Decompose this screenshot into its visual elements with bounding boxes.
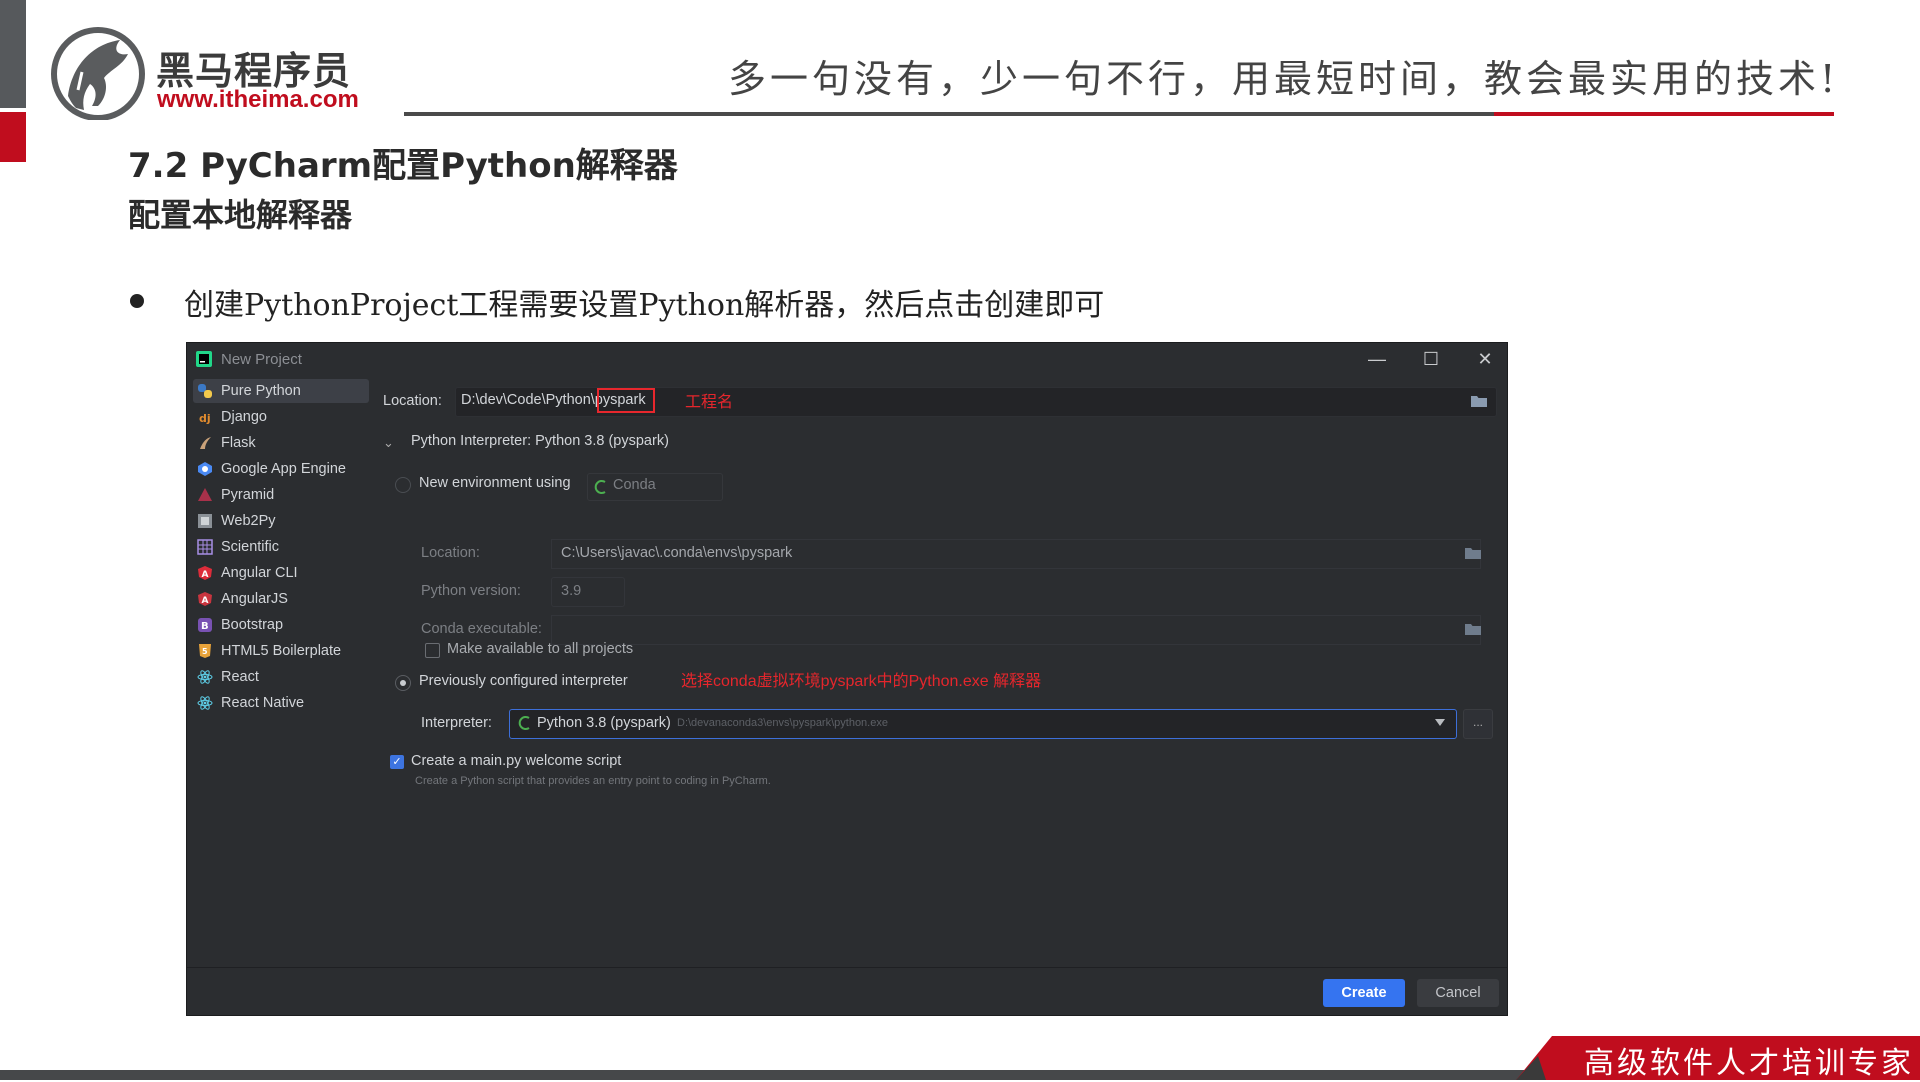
svg-text:B: B	[201, 621, 209, 632]
sidebar-item-label: Django	[221, 409, 267, 425]
browse-interpreter-button[interactable]: ...	[1463, 709, 1493, 739]
sidebar-item-google-app-engine[interactable]: Google App Engine	[193, 457, 369, 481]
create-main-description: Create a Python script that provides an …	[415, 775, 771, 787]
header-divider	[404, 112, 1494, 116]
pycharm-icon	[196, 351, 212, 367]
sidebar-item-label: HTML5 Boilerplate	[221, 643, 342, 659]
left-accent-bar-red	[0, 112, 26, 162]
sidebar-item-label: Web2Py	[221, 513, 276, 529]
angularjs-icon: A	[198, 592, 212, 606]
create-main-checkbox[interactable]: ✓	[390, 755, 404, 769]
web2py-icon	[198, 514, 212, 528]
new-environment-radio[interactable]	[395, 477, 411, 493]
python-icon	[198, 384, 212, 398]
sidebar-item-html5-boilerplate[interactable]: 5 HTML5 Boilerplate	[193, 639, 369, 663]
create-button[interactable]: Create	[1323, 979, 1405, 1007]
google-app-engine-icon	[198, 462, 212, 476]
sidebar-item-pure-python[interactable]: Pure Python	[193, 379, 369, 403]
slide-subtitle: 配置本地解释器	[128, 196, 353, 234]
svg-text:dj: dj	[199, 412, 211, 425]
itheima-horse-logo-icon	[51, 27, 145, 120]
sidebar-item-label: Angular CLI	[221, 565, 298, 581]
bootstrap-icon: B	[198, 618, 212, 632]
react-icon	[197, 670, 213, 684]
react-native-icon	[197, 696, 213, 710]
previously-configured-label: Previously configured interpreter	[419, 673, 628, 689]
python-version-label: Python version:	[421, 583, 521, 599]
minimize-button[interactable]: —	[1359, 347, 1395, 371]
sidebar-item-label: Google App Engine	[221, 461, 346, 477]
location-label: Location:	[383, 393, 442, 409]
svg-text:5: 5	[202, 647, 208, 656]
interpreter-path: D:\devanaconda3\envs\pyspark\python.exe	[677, 717, 888, 729]
make-available-checkbox[interactable]	[425, 643, 440, 658]
html5-icon: 5	[199, 644, 211, 658]
sidebar-item-label: AngularJS	[221, 591, 288, 607]
project-type-sidebar: Pure Python dj Django Flask Google App E…	[187, 375, 375, 1015]
create-main-label: Create a main.py welcome script	[411, 753, 622, 769]
sidebar-item-label: Flask	[221, 435, 256, 451]
angular-icon: A	[198, 566, 212, 580]
interpreter-label: Interpreter:	[421, 715, 492, 731]
folder-icon[interactable]	[1471, 395, 1487, 407]
close-button[interactable]: ✕	[1467, 347, 1503, 371]
dialog-titlebar: New Project — ☐ ✕	[187, 343, 1507, 375]
sidebar-item-label: Pyramid	[221, 487, 275, 503]
brand-url: www.itheima.com	[157, 86, 359, 113]
sidebar-item-label: React	[221, 669, 259, 685]
scientific-grid-icon	[197, 539, 213, 555]
env-location-value: C:\Users\javac\.conda\envs\pyspark	[561, 545, 793, 561]
sidebar-item-react-native[interactable]: React Native	[193, 691, 369, 715]
bullet-text: 创建PythonProject工程需要设置Python解析器，然后点击创建即可	[184, 288, 1105, 323]
new-project-dialog: New Project — ☐ ✕ Pure Python dj Django …	[186, 342, 1508, 1016]
new-environment-label: New environment using	[419, 475, 571, 491]
conda-executable-label: Conda executable:	[421, 621, 542, 637]
sidebar-item-label: React Native	[221, 695, 305, 711]
conda-icon	[518, 716, 530, 730]
header-divider-accent	[1494, 112, 1834, 116]
sidebar-item-label: Bootstrap	[221, 617, 284, 633]
bullet-icon	[130, 294, 144, 308]
sidebar-item-react[interactable]: React	[193, 665, 369, 689]
left-accent-bar-gray	[0, 0, 26, 108]
annotation-select-interpreter: 选择conda虚拟环境pyspark中的Python.exe 解释器	[681, 673, 1042, 690]
radio-selected-dot	[400, 680, 406, 686]
environment-tool-value: Conda	[613, 477, 656, 493]
conda-icon	[594, 480, 606, 494]
sidebar-item-label: Scientific	[221, 539, 280, 555]
project-name-highlight	[597, 388, 655, 413]
sidebar-item-angularjs[interactable]: A AngularJS	[193, 587, 369, 611]
make-available-label: Make available to all projects	[447, 641, 634, 657]
flask-icon	[200, 437, 211, 449]
dropdown-arrow-icon[interactable]	[1435, 719, 1445, 727]
env-location-label: Location:	[421, 545, 480, 561]
python-version-value: 3.9	[561, 583, 582, 599]
sidebar-item-label: Pure Python	[221, 383, 301, 399]
django-icon: dj	[199, 412, 211, 425]
footer-slogan: 高级软件人才培训专家	[1584, 1046, 1914, 1081]
slogan: 多一句没有，少一句不行，用最短时间，教会最实用的技术!	[728, 57, 1840, 101]
slide-title: 7.2 PyCharm配置Python解释器	[128, 146, 678, 186]
svg-text:A: A	[202, 570, 209, 580]
dialog-title: New Project	[221, 351, 302, 368]
folder-icon[interactable]	[1465, 623, 1481, 635]
interpreter-value: Python 3.8 (pyspark)	[537, 715, 671, 731]
pyramid-icon	[198, 488, 212, 501]
sidebar-item-django[interactable]: dj Django	[193, 405, 369, 429]
annotation-project-name: 工程名	[685, 394, 734, 411]
sidebar-item-pyramid[interactable]: Pyramid	[193, 483, 369, 507]
svg-text:A: A	[202, 596, 209, 606]
chevron-down-icon[interactable]: ⌄	[383, 435, 394, 451]
sidebar-item-angular-cli[interactable]: A Angular CLI	[193, 561, 369, 585]
maximize-button[interactable]: ☐	[1413, 347, 1449, 371]
conda-executable-input[interactable]	[551, 615, 1481, 645]
folder-icon[interactable]	[1465, 547, 1481, 559]
sidebar-item-bootstrap[interactable]: B Bootstrap	[193, 613, 369, 637]
sidebar-item-flask[interactable]: Flask	[193, 431, 369, 455]
dialog-footer-divider	[187, 967, 1507, 968]
sidebar-item-scientific[interactable]: Scientific	[193, 535, 369, 559]
sidebar-item-web2py[interactable]: Web2Py	[193, 509, 369, 533]
interpreter-section-header[interactable]: Python Interpreter: Python 3.8 (pyspark)	[411, 433, 669, 449]
cancel-button[interactable]: Cancel	[1417, 979, 1499, 1007]
